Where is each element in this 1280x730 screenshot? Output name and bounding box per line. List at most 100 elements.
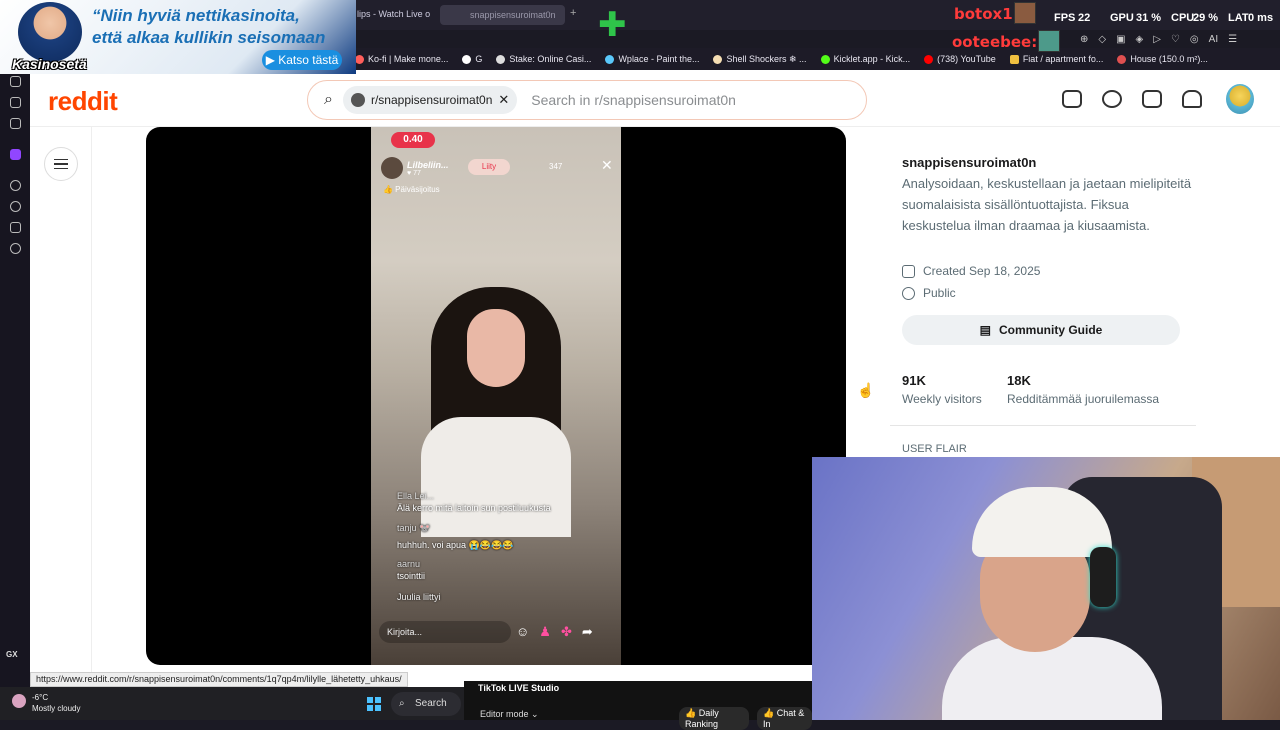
visibility: Public	[902, 286, 956, 300]
comment-user: tanju 🐭	[397, 523, 431, 533]
tiktok-live-studio-window: TikTok LIVE Studio Editor mode ⌄ 👍 Daily…	[464, 681, 812, 730]
book-icon: ▤	[979, 323, 991, 337]
editor-mode-dropdown[interactable]: Editor mode ⌄	[480, 709, 539, 720]
daily-ranking-button[interactable]: 👍 Daily Ranking	[679, 707, 750, 730]
tiktok-live-video: 0.40 Lilbeliin... ♥ 77 Liity 347 ✕ 👍 Päi…	[371, 127, 621, 665]
casino-slogan-line2: että alkaa kullikin seisomaan	[92, 28, 326, 47]
lat-label: LAT	[1228, 12, 1249, 24]
cpu-label: CPU	[1171, 12, 1195, 24]
streamer-name: Lilbeliin...	[407, 159, 449, 170]
left-navigation-rail	[30, 127, 92, 687]
kofi-icon	[355, 54, 364, 64]
cpu-value: 29 %	[1193, 12, 1219, 24]
sidebar-history-icon[interactable]	[9, 201, 21, 212]
gpu-value: 31 %	[1136, 12, 1162, 24]
user-flair-heading: USER FLAIR	[902, 443, 967, 455]
webcam-overlay	[812, 457, 1280, 720]
avatar[interactable]	[1226, 84, 1254, 114]
live-timer: 0.40	[391, 132, 435, 148]
comment-user: aarnu	[397, 559, 421, 569]
bookmark-stake[interactable]: Stake: Online Casi...	[496, 54, 591, 64]
subreddit-description: Analysoidaan, keskustellaan ja jaetaan m…	[902, 176, 1192, 233]
tab-watch-live[interactable]: lips - Watch Live o	[357, 9, 430, 19]
members-stat: 18K Redditämmää juoruilemassa	[1007, 373, 1160, 406]
comment-text: Älä kerro mitä laitoin sun postiluukusta	[397, 503, 551, 513]
gx-label: GX	[6, 650, 18, 659]
subreddit-icon	[350, 93, 365, 107]
tiktok-studio-title: TikTok LIVE Studio	[478, 683, 560, 693]
streamer-avatar	[381, 157, 403, 179]
temperature: -6°C	[32, 693, 49, 702]
emoji-icon: ☺	[516, 624, 530, 639]
reddit-logo[interactable]: reddit	[48, 86, 118, 117]
gift-icon: ✤	[560, 624, 572, 639]
search-chip-label: r/snappisensuroimat0n	[370, 93, 493, 107]
google-icon	[462, 54, 472, 64]
gx-sidebar	[0, 70, 30, 687]
reddit-header: reddit ⌕ r/snappisensuroimat0n ✕ Search …	[30, 70, 1280, 127]
fiat-icon	[1009, 54, 1019, 64]
notifications-icon[interactable]	[1182, 90, 1202, 108]
share-icon: ➦	[581, 624, 593, 639]
bookmark-house[interactable]: House (150.0 m²)...	[1117, 54, 1208, 64]
chat-button[interactable]: 👍 Chat & In	[757, 707, 812, 730]
hamburger-menu-button[interactable]	[44, 147, 78, 181]
bookmark-youtube[interactable]: (738) YouTube	[924, 54, 996, 64]
weather-widget[interactable]: -6°C Mostly cloudy	[12, 692, 80, 714]
bookmark-kicklet[interactable]: Kicklet.app - Kick...	[820, 54, 910, 64]
close-icon: ✕	[601, 157, 613, 173]
taskbar-search[interactable]: ⌕ Search	[391, 692, 461, 716]
join-notice: Juulia liittyi	[397, 592, 441, 602]
taskbar-search-label: Search	[415, 698, 447, 709]
bookmark-fiat[interactable]: Fiat / apartment fo...	[1009, 54, 1103, 64]
egg-icon	[713, 54, 723, 64]
sidebar-settings-icon[interactable]	[9, 243, 21, 254]
create-post-icon[interactable]	[1142, 90, 1162, 108]
sidebar-twitch-icon[interactable]	[9, 149, 21, 160]
pinned-label: 👍 Päiväsijoitus	[383, 185, 440, 194]
clear-chip-icon[interactable]: ✕	[498, 92, 509, 108]
subreddit-search-chip[interactable]: r/snappisensuroimat0n ✕	[342, 86, 518, 114]
people-icon: ♟	[539, 624, 551, 639]
casino-slogan: “Niin hyviä nettikasinoita, että alkaa k…	[92, 5, 352, 49]
bookmark-kofi[interactable]: Ko-fi | Make mone...	[355, 54, 448, 64]
subreddit-name[interactable]: snappisensuroimat0n	[902, 155, 1036, 170]
advertise-icon[interactable]	[1062, 90, 1082, 108]
search-icon: ⌕	[399, 698, 405, 709]
video-player[interactable]: 0.40 Lilbeliin... ♥ 77 Liity 347 ✕ 👍 Päi…	[146, 127, 846, 665]
sidebar-extensions-icon[interactable]	[9, 222, 21, 233]
chatter-name: botox1:	[954, 5, 1019, 23]
mascot-image	[18, 2, 82, 62]
chatter-name: ooteebee:	[952, 33, 1038, 51]
live-actions: ☺ ♟ ✤ ➦	[516, 624, 593, 640]
fps-label: FPS	[1054, 12, 1076, 24]
fps-value: 22	[1078, 12, 1091, 24]
studio-widgets: 👍 Daily Ranking 👍 Chat & In	[679, 707, 812, 730]
search-icon: ⌕	[324, 91, 333, 108]
search-input[interactable]: Search in r/snappisensuroimat0n	[531, 92, 736, 108]
new-tab-icon[interactable]: +	[570, 7, 576, 19]
streamer-info: Lilbeliin... ♥ 77	[381, 157, 449, 179]
chatter-avatar	[1014, 2, 1036, 24]
bookmark-google[interactable]: G	[462, 54, 482, 64]
gpu-label: GPU	[1110, 12, 1134, 24]
link-status-url: https://www.reddit.com/r/snappisensuroim…	[30, 672, 408, 687]
casino-slogan-line1: “Niin hyviä nettikasinoita,	[92, 6, 300, 25]
bookmark-shell-shockers[interactable]: Shell Shockers ❄ ...	[713, 54, 807, 65]
comment-text: tsointtii	[397, 571, 426, 581]
tab-active[interactable]: snappisensuroimat0n	[440, 5, 565, 25]
green-arrow-icon: ✚	[598, 6, 627, 44]
comment-user: Ella Lei...	[397, 491, 435, 501]
sidebar-messenger-icon[interactable]	[9, 118, 21, 129]
sidebar-player-icon[interactable]	[9, 180, 21, 191]
tab-active-label: snappisensuroimat0n	[470, 10, 556, 20]
search-bar[interactable]: ⌕ r/snappisensuroimat0n ✕ Search in r/sn…	[307, 80, 867, 120]
bookmark-wplace[interactable]: Wplace - Paint the...	[605, 54, 699, 64]
sidebar-game-icon[interactable]	[9, 76, 21, 87]
community-guide-button[interactable]: ▤ Community Guide	[902, 315, 1180, 345]
wplace-icon	[605, 54, 615, 64]
chat-icon[interactable]	[1102, 90, 1122, 108]
divider	[890, 425, 1196, 426]
windows-start-icon[interactable]	[367, 697, 381, 711]
sidebar-control-icon[interactable]	[9, 97, 21, 108]
